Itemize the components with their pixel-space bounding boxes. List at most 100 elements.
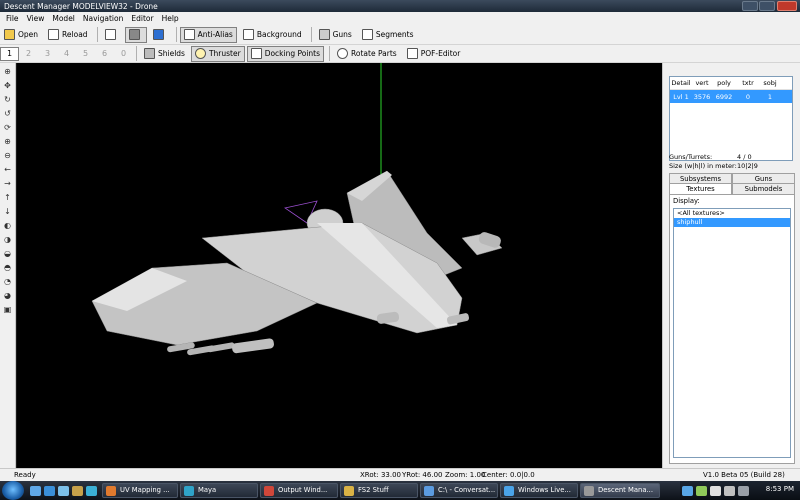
- pof-editor-icon: [406, 48, 418, 59]
- view-front-icon[interactable]: ◐: [3, 221, 13, 231]
- 3d-viewport[interactable]: [17, 63, 662, 468]
- open-button[interactable]: Open: [0, 27, 42, 43]
- anti-alias-button[interactable]: Anti-Alias: [179, 26, 237, 43]
- tray-icon[interactable]: [682, 486, 693, 496]
- solid-cube-icon: [128, 29, 140, 40]
- tab-row-lower: Textures Submodels: [669, 183, 795, 194]
- arrow-down-icon[interactable]: ↓: [3, 207, 13, 217]
- arrow-right-icon[interactable]: →: [3, 179, 13, 189]
- title-bar: Descent Manager MODELVIEW32 - Drone: [0, 0, 800, 12]
- docking-icon: [250, 48, 262, 59]
- detail-level-6-button[interactable]: 6: [95, 49, 114, 58]
- zoom-in-icon[interactable]: ⊕: [3, 137, 13, 147]
- texture-list[interactable]: <All textures> shiphull: [673, 208, 791, 458]
- textured-view-button[interactable]: [149, 27, 171, 43]
- menu-view[interactable]: View: [23, 14, 49, 23]
- start-button[interactable]: [2, 481, 24, 500]
- guns-icon: [318, 29, 330, 40]
- menu-model[interactable]: Model: [48, 14, 79, 23]
- taskbar-item-conversation[interactable]: C:\ - Conversat...: [420, 483, 498, 498]
- internet-explorer-icon[interactable]: [44, 486, 55, 496]
- menu-help[interactable]: Help: [158, 14, 183, 23]
- switch-windows-icon[interactable]: [58, 486, 69, 496]
- status-yrot: YRot: 46.00: [402, 471, 443, 479]
- table-row[interactable]: Lvl 1 3576 6992 0 1: [670, 90, 792, 103]
- rotate-icon: [337, 48, 349, 59]
- shields-button[interactable]: Shields: [140, 46, 189, 62]
- zoom-icon[interactable]: ⊕: [3, 67, 13, 77]
- view-bottom-icon[interactable]: ◕: [3, 291, 13, 301]
- toolbar-separator: [136, 46, 137, 61]
- shields-icon: [144, 48, 155, 59]
- view-right-icon[interactable]: ◓: [3, 263, 13, 273]
- system-tray: 8:53 PM: [680, 481, 800, 500]
- main-toolbar: Open Reload Anti-Alias Background Guns S…: [0, 25, 800, 45]
- reset-view-icon[interactable]: ▣: [3, 305, 13, 315]
- list-item[interactable]: <All textures>: [674, 209, 790, 218]
- wireframe-view-button[interactable]: [101, 27, 123, 43]
- status-center: Center: 0.0|0.0: [482, 471, 535, 479]
- folder-icon[interactable]: [72, 486, 83, 496]
- taskbar-item-fs2-stuff[interactable]: FS2 Stuff: [340, 483, 418, 498]
- toolbar-separator: [175, 27, 177, 42]
- menu-file[interactable]: File: [2, 14, 23, 23]
- rotate-y-icon[interactable]: ↺: [3, 109, 13, 119]
- thruster-button[interactable]: Thruster: [190, 45, 245, 62]
- display-label: Display:: [673, 197, 700, 205]
- taskbar-item-output-window[interactable]: Output Wind...: [260, 483, 338, 498]
- rotate-x-icon[interactable]: ↻: [3, 95, 13, 105]
- maximize-button[interactable]: [759, 1, 775, 11]
- engine-nozzle: [232, 338, 274, 354]
- detail-level-2-button[interactable]: 2: [19, 49, 38, 58]
- tray-icon[interactable]: [696, 486, 707, 496]
- pof-editor-button[interactable]: POF-Editor: [403, 46, 465, 62]
- menu-editor[interactable]: Editor: [127, 14, 157, 23]
- rotate-z-icon[interactable]: ⟳: [3, 123, 13, 133]
- show-desktop-icon[interactable]: [30, 486, 41, 496]
- detail-level-5-button[interactable]: 5: [76, 49, 95, 58]
- media-player-icon[interactable]: [86, 486, 97, 496]
- docking-points-button[interactable]: Docking Points: [246, 45, 325, 62]
- taskbar-item-descent-manager[interactable]: Descent Mana...: [580, 483, 660, 498]
- pan-icon[interactable]: ✥: [3, 81, 13, 91]
- tab-textures[interactable]: Textures: [669, 183, 732, 194]
- tab-submodels[interactable]: Submodels: [732, 183, 795, 194]
- status-ready: Ready: [14, 471, 36, 479]
- toolbar-separator: [329, 46, 331, 61]
- ship-model-render: [91, 63, 503, 356]
- taskbar-item-uv-mapping[interactable]: UV Mapping ...: [102, 483, 178, 498]
- rotate-parts-button[interactable]: Rotate Parts: [333, 46, 401, 62]
- segments-button[interactable]: Segments: [358, 27, 418, 43]
- reload-button[interactable]: Reload: [44, 27, 92, 43]
- detail-level-table: Detail vert poly txtr sobj Lvl 1 3576 69…: [669, 76, 793, 161]
- tray-icon[interactable]: [738, 486, 749, 496]
- taskbar-item-windows-live[interactable]: Windows Live...: [500, 483, 578, 498]
- view-top-icon[interactable]: ◔: [3, 277, 13, 287]
- volume-icon[interactable]: [724, 486, 735, 496]
- taskbar-item-maya[interactable]: Maya: [180, 483, 258, 498]
- background-icon: [242, 29, 254, 40]
- network-icon[interactable]: [710, 486, 721, 496]
- properties-panel: Detail vert poly txtr sobj Lvl 1 3576 69…: [662, 63, 800, 468]
- solid-view-button[interactable]: [124, 26, 147, 43]
- guns-button[interactable]: Guns: [315, 27, 356, 43]
- view-back-icon[interactable]: ◑: [3, 235, 13, 245]
- detail-level-1-button[interactable]: 1: [0, 46, 19, 61]
- anti-alias-icon: [183, 29, 195, 40]
- zoom-out-icon[interactable]: ⊖: [3, 151, 13, 161]
- arrow-up-icon[interactable]: ↑: [3, 193, 13, 203]
- view-left-icon[interactable]: ◒: [3, 249, 13, 259]
- detail-level-4-button[interactable]: 4: [57, 49, 76, 58]
- textured-cube-icon: [152, 29, 164, 40]
- detail-level-3-button[interactable]: 3: [38, 49, 57, 58]
- arrow-left-icon[interactable]: ←: [3, 165, 13, 175]
- detail-level-0-button[interactable]: 0: [114, 49, 133, 58]
- menu-navigation[interactable]: Navigation: [79, 14, 127, 23]
- menu-bar: File View Model Navigation Editor Help: [0, 12, 800, 25]
- minimize-button[interactable]: [742, 1, 758, 11]
- window-title: Descent Manager MODELVIEW32 - Drone: [4, 1, 158, 11]
- list-item[interactable]: shiphull: [674, 218, 790, 227]
- close-button[interactable]: [777, 1, 797, 11]
- status-version: V1.0 Beta 05 (Build 28): [703, 471, 785, 479]
- background-button[interactable]: Background: [239, 27, 306, 43]
